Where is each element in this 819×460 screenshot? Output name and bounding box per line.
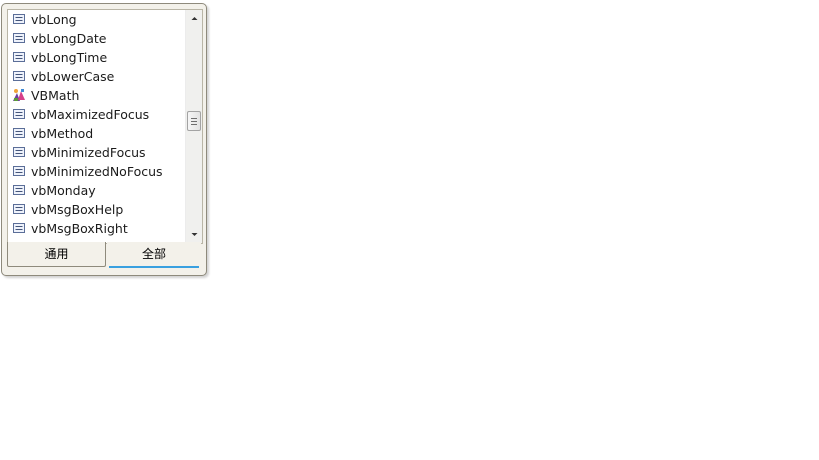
list-item-vbmaximizedfocus[interactable]: vbMaximizedFocus: [8, 105, 185, 124]
autocomplete-popup: vbLong vbLongDate vbLongTime vbLowerCase…: [1, 3, 207, 276]
constant-icon: [13, 109, 25, 119]
constant-icon: [13, 33, 25, 43]
list-item-vblongtime[interactable]: vbLongTime: [8, 48, 185, 67]
filter-tabs: 通用 全部: [7, 242, 203, 268]
constant-icon: [13, 71, 25, 81]
tab-all[interactable]: 全部: [107, 242, 201, 268]
grip-line: [191, 118, 197, 119]
constant-icon: [13, 185, 25, 195]
list-item-label: vbMethod: [31, 126, 94, 141]
list-item-vbminimizednofocus[interactable]: vbMinimizedNoFocus: [8, 162, 185, 181]
chevron-up-icon: [191, 17, 198, 20]
list-item-vblowercase[interactable]: vbLowerCase: [8, 67, 185, 86]
list-item-label: vbMaximizedFocus: [31, 107, 150, 122]
list-item-label: vbMinimizedFocus: [31, 145, 146, 160]
constant-icon: [13, 52, 25, 62]
tab-general-label: 通用: [44, 247, 69, 261]
list-item-label: vbMsgBoxHelp: [31, 202, 124, 217]
constant-icon: [13, 223, 25, 233]
chevron-down-icon: [191, 233, 198, 236]
list-item-label: vbLongTime: [31, 50, 108, 65]
constant-icon: [13, 147, 25, 157]
list-item-label: vbLongDate: [31, 31, 107, 46]
scroll-thumb[interactable]: [187, 111, 201, 131]
list-item-label: VBMath: [31, 88, 80, 103]
constant-icon: [13, 204, 25, 214]
list-item-vbmath[interactable]: VBMath: [8, 86, 185, 105]
tab-all-label: 全部: [141, 247, 166, 261]
list-item-label: vbMonday: [31, 183, 96, 198]
tab-general[interactable]: 通用: [7, 242, 106, 267]
vertical-scrollbar[interactable]: [185, 10, 202, 243]
list-item-vbmonday[interactable]: vbMonday: [8, 181, 185, 200]
grip-line: [191, 121, 197, 122]
list-item-vbminimizedfocus[interactable]: vbMinimizedFocus: [8, 143, 185, 162]
list-item-vbmethod[interactable]: vbMethod: [8, 124, 185, 143]
list-item-vblong[interactable]: vbLong: [8, 10, 185, 29]
constant-icon: [13, 128, 25, 138]
constant-icon: [13, 166, 25, 176]
list-item-vbmsgboxright[interactable]: vbMsgBoxRight: [8, 219, 185, 238]
list-item-label: vbMinimizedNoFocus: [31, 164, 163, 179]
list-item-label: vbLowerCase: [31, 69, 115, 84]
tab-selected-indicator: [109, 266, 199, 268]
module-icon: [13, 89, 25, 101]
list-item-vbmsgboxhelp[interactable]: vbMsgBoxHelp: [8, 200, 185, 219]
scroll-down-button[interactable]: [186, 226, 202, 243]
scroll-up-button[interactable]: [186, 10, 202, 27]
grip-line: [191, 124, 197, 125]
member-list-items: vbLong vbLongDate vbLongTime vbLowerCase…: [8, 10, 185, 243]
list-item-label: vbMsgBoxRight: [31, 221, 128, 236]
list-item-label: vbLong: [31, 12, 77, 27]
constant-icon: [13, 14, 25, 24]
list-item-vblongdate[interactable]: vbLongDate: [8, 29, 185, 48]
member-list[interactable]: vbLong vbLongDate vbLongTime vbLowerCase…: [7, 9, 203, 244]
